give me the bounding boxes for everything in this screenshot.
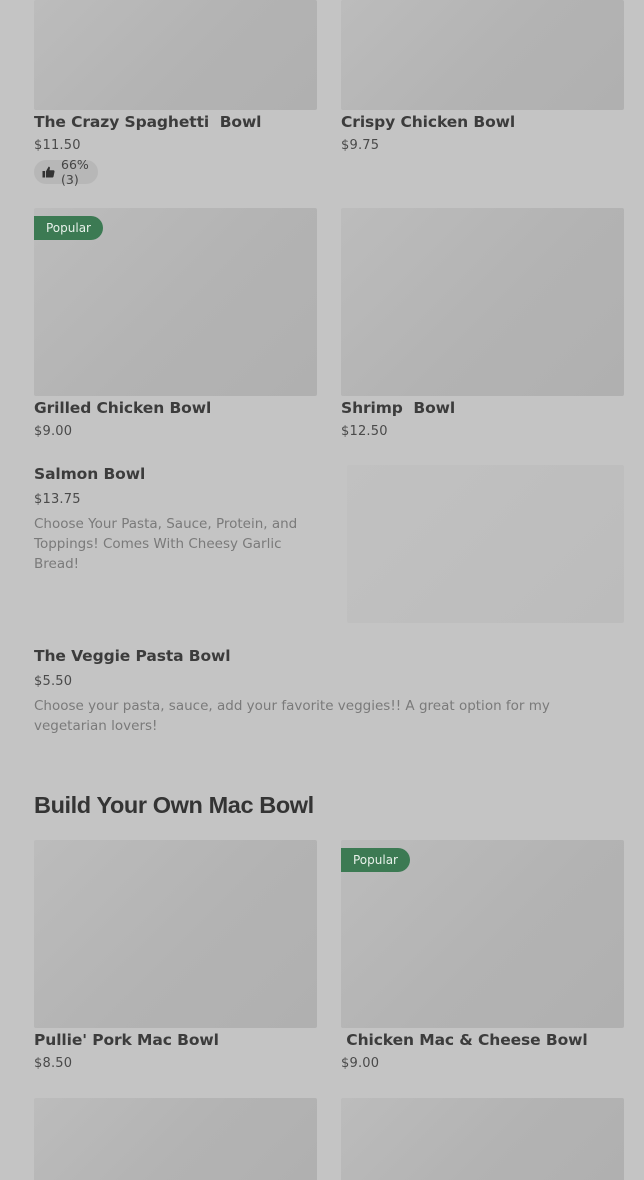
item-image[interactable] (34, 0, 317, 110)
item-name: Grilled Chicken Bowl (34, 399, 212, 417)
item-name: The Crazy Spaghetti Bowl (34, 113, 262, 131)
item-image[interactable] (341, 208, 624, 396)
item-price: $9.00 (34, 424, 73, 439)
item-name: The Veggie Pasta Bowl (34, 647, 231, 665)
item-price: $8.50 (34, 1056, 73, 1071)
item-image[interactable] (341, 1098, 624, 1180)
item-image[interactable] (34, 1098, 317, 1180)
thumbs-up-icon (42, 166, 55, 178)
item-description: Choose Your Pasta, Sauce, Protein, and T… (34, 516, 298, 572)
item-image[interactable] (34, 840, 317, 1028)
item-name: Pullie' Pork Mac Bowl (34, 1031, 219, 1049)
rating-badge: 66% (3) (34, 157, 98, 187)
popular-badge: Popular (34, 216, 103, 240)
item-description: Choose your pasta, sauce, add your favor… (34, 698, 550, 734)
item-price: $13.75 (34, 492, 81, 507)
item-price: $5.50 (34, 674, 73, 689)
item-name: Salmon Bowl (34, 465, 146, 483)
rating-text: 66% (3) (61, 157, 89, 187)
section-title: Build Your Own Mac Bowl (34, 792, 314, 818)
item-price: $9.00 (341, 1056, 380, 1071)
item-price: $12.50 (341, 424, 388, 439)
item-image[interactable] (341, 0, 624, 110)
item-image[interactable] (347, 465, 624, 623)
item-name: Shrimp Bowl (341, 399, 456, 417)
item-name: Chicken Mac & Cheese Bowl (341, 1031, 588, 1049)
popular-badge: Popular (341, 848, 410, 872)
item-price: $9.75 (341, 138, 380, 153)
item-name: Crispy Chicken Bowl (341, 113, 516, 131)
item-price: $11.50 (34, 138, 81, 153)
